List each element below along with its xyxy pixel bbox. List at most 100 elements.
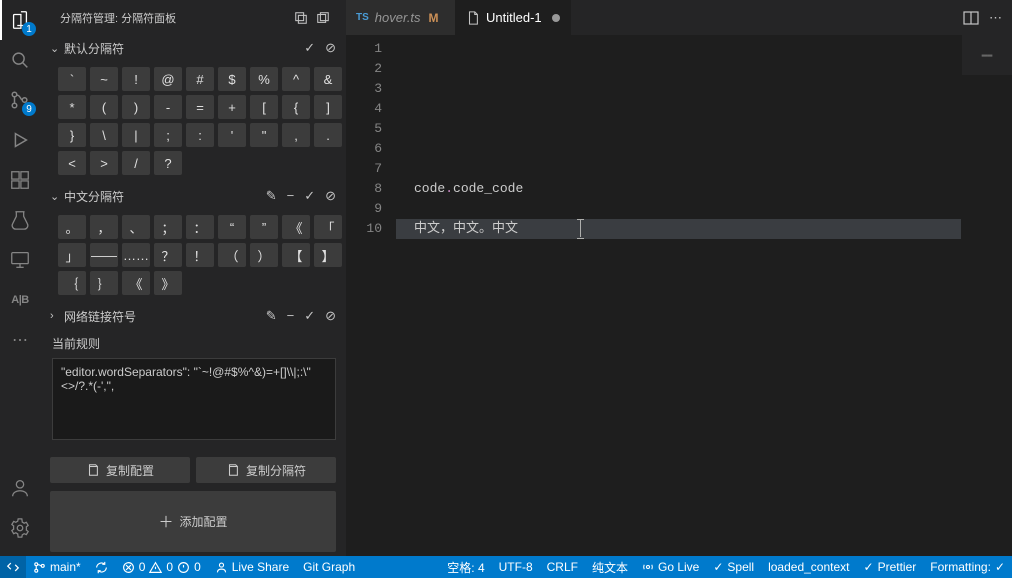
symbol-cell[interactable]: ： <box>186 215 214 239</box>
symbol-cell[interactable]: } <box>58 123 86 147</box>
status-gitgraph[interactable]: Git Graph <box>296 556 362 578</box>
status-errors[interactable]: 0 0 0 <box>115 556 208 578</box>
new-window-icon[interactable] <box>316 11 330 25</box>
status-context[interactable]: loaded_context <box>761 556 856 578</box>
status-prettier[interactable]: ✓Prettier <box>857 556 924 578</box>
symbol-cell[interactable]: \ <box>90 123 118 147</box>
symbol-cell[interactable]: ? <box>154 151 182 175</box>
symbol-cell[interactable]: 、 <box>122 215 150 239</box>
symbol-cell[interactable]: ， <box>90 215 118 239</box>
add-config-button[interactable]: ＋ 添加配置 <box>50 491 336 552</box>
status-liveshare[interactable]: Live Share <box>208 556 296 578</box>
check-all-icon[interactable]: ✓ <box>304 188 315 204</box>
edit-icon[interactable]: ✎ <box>266 308 277 324</box>
activity-remote[interactable] <box>0 240 40 280</box>
status-spell[interactable]: ✓Spell <box>706 556 761 578</box>
code-area[interactable]: code.code_code中文，中文。中文 <box>396 35 1012 556</box>
activity-more[interactable]: ⋯ <box>0 320 40 360</box>
status-sync[interactable] <box>88 556 115 578</box>
split-editor-icon[interactable] <box>963 10 979 26</box>
symbol-cell[interactable]: …… <box>122 243 150 267</box>
disable-icon[interactable]: ⊘ <box>325 188 336 204</box>
activity-debug[interactable] <box>0 120 40 160</box>
check-all-icon[interactable]: ✓ <box>304 40 315 56</box>
symbol-cell[interactable]: ! <box>122 67 150 91</box>
more-actions-icon[interactable]: ⋯ <box>989 10 1002 26</box>
status-branch[interactable]: main* <box>26 556 88 578</box>
minimap[interactable]: ▬▬ <box>962 35 1012 75</box>
copy-separator-button[interactable]: 复制分隔符 <box>196 457 336 483</box>
symbol-cell[interactable]: 。 <box>58 215 86 239</box>
symbol-cell[interactable]: ｛ <box>58 271 86 295</box>
status-eol[interactable]: CRLF <box>540 556 585 578</box>
symbol-cell[interactable]: ； <box>154 215 182 239</box>
symbol-cell[interactable]: / <box>122 151 150 175</box>
symbol-cell[interactable]: [ <box>250 95 278 119</box>
symbol-cell[interactable]: 】 <box>314 243 342 267</box>
activity-explorer[interactable]: 1 <box>0 0 40 40</box>
symbol-cell[interactable]: 《 <box>122 271 150 295</box>
rules-textarea[interactable] <box>52 358 336 440</box>
symbol-cell[interactable]: ; <box>154 123 182 147</box>
symbol-cell[interactable]: $ <box>218 67 246 91</box>
check-all-icon[interactable]: ✓ <box>304 308 315 324</box>
symbol-cell[interactable]: ” <box>250 215 278 239</box>
symbol-cell[interactable]: ( <box>90 95 118 119</box>
activity-scm[interactable]: 9 <box>0 80 40 120</box>
symbol-cell[interactable]: ？ <box>154 243 182 267</box>
symbol-cell[interactable]: , <box>282 123 310 147</box>
symbol-cell[interactable]: ） <box>250 243 278 267</box>
symbol-cell[interactable]: < <box>58 151 86 175</box>
symbol-cell[interactable]: | <box>122 123 150 147</box>
section-netlink-head[interactable]: › 网络链接符号 ✎ − ✓ ⊘ <box>40 303 346 329</box>
activity-testing[interactable] <box>0 200 40 240</box>
symbol-cell[interactable]: 《 <box>282 215 310 239</box>
remove-icon[interactable]: − <box>287 188 295 204</box>
status-encoding[interactable]: UTF-8 <box>492 556 540 578</box>
tab-hover-ts[interactable]: TS hover.ts M <box>346 0 456 35</box>
symbol-cell[interactable]: ~ <box>90 67 118 91</box>
symbol-cell[interactable]: . <box>314 123 342 147</box>
remote-indicator[interactable] <box>0 556 26 578</box>
copy-config-button[interactable]: 复制配置 <box>50 457 190 483</box>
symbol-cell[interactable]: ] <box>314 95 342 119</box>
symbol-cell[interactable]: : <box>186 123 214 147</box>
symbol-cell[interactable]: ｝ <box>90 271 118 295</box>
section-default-head[interactable]: ⌄ 默认分隔符 ✓ ⊘ <box>40 35 346 61</box>
symbol-cell[interactable]: # <box>186 67 214 91</box>
symbol-cell[interactable]: & <box>314 67 342 91</box>
symbol-cell[interactable]: + <box>218 95 246 119</box>
disable-icon[interactable]: ⊘ <box>325 40 336 56</box>
status-formatting[interactable]: Formatting: ✓ <box>923 556 1012 578</box>
symbol-cell[interactable]: 「 <box>314 215 342 239</box>
remove-icon[interactable]: − <box>287 308 295 324</box>
symbol-cell[interactable]: ^ <box>282 67 310 91</box>
symbol-cell[interactable]: “ <box>218 215 246 239</box>
symbol-cell[interactable]: ` <box>58 67 86 91</box>
activity-search[interactable] <box>0 40 40 80</box>
symbol-cell[interactable]: % <box>250 67 278 91</box>
symbol-cell[interactable]: @ <box>154 67 182 91</box>
status-indent[interactable]: 空格: 4 <box>440 556 491 578</box>
symbol-cell[interactable]: > <box>90 151 118 175</box>
symbol-cell[interactable]: —— <box>90 243 118 267</box>
disable-icon[interactable]: ⊘ <box>325 308 336 324</box>
activity-ab[interactable]: A|B <box>0 280 40 320</box>
activity-extensions[interactable] <box>0 160 40 200</box>
symbol-cell[interactable]: - <box>154 95 182 119</box>
symbol-cell[interactable]: { <box>282 95 310 119</box>
symbol-cell[interactable]: * <box>58 95 86 119</box>
symbol-cell[interactable]: ' <box>218 123 246 147</box>
symbol-cell[interactable]: ) <box>122 95 150 119</box>
activity-account[interactable] <box>0 468 40 508</box>
section-chinese-head[interactable]: ⌄ 中文分隔符 ✎ − ✓ ⊘ <box>40 183 346 209</box>
symbol-cell[interactable]: = <box>186 95 214 119</box>
activity-settings[interactable] <box>0 508 40 548</box>
tab-untitled[interactable]: Untitled-1 <box>456 0 571 35</box>
symbol-cell[interactable]: ！ <box>186 243 214 267</box>
collapse-all-icon[interactable] <box>294 11 308 25</box>
status-language[interactable]: 纯文本 <box>585 556 635 578</box>
status-golive[interactable]: Go Live <box>635 556 706 578</box>
edit-icon[interactable]: ✎ <box>266 188 277 204</box>
symbol-cell[interactable]: 【 <box>282 243 310 267</box>
